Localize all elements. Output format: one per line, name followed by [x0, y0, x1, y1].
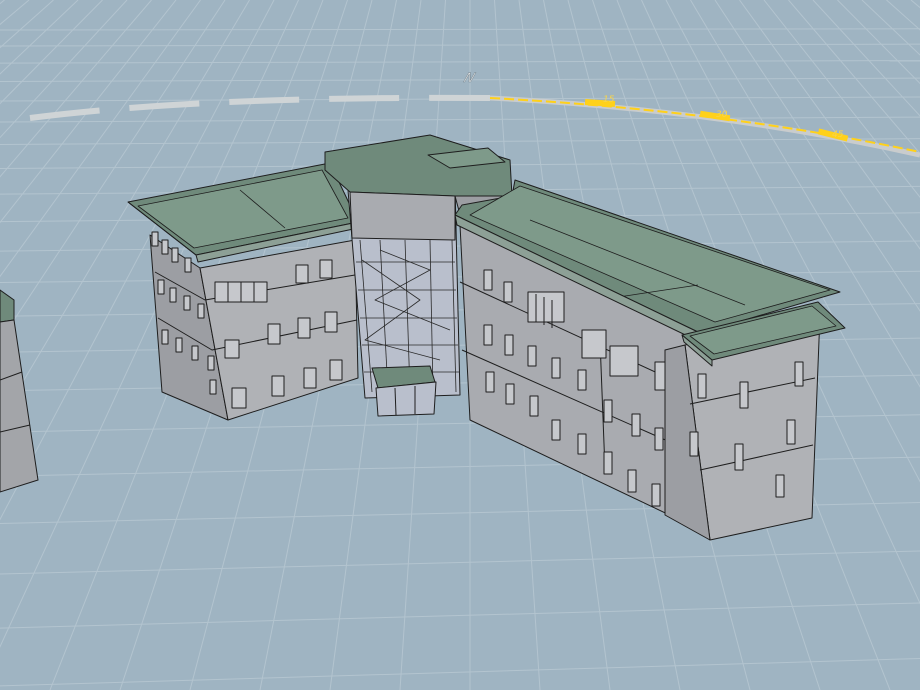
3d-viewport[interactable]: 15 30 45 N: [0, 0, 920, 690]
grid-line: [812, 0, 920, 117]
grid-line: [0, 602, 920, 629]
grid-line: [837, 0, 920, 85]
grid-line: [0, 138, 920, 145]
scene-canvas[interactable]: 15 30 45 N: [0, 0, 920, 690]
compass-tick-label-45: 45: [832, 130, 844, 140]
building-model[interactable]: [127, 134, 846, 541]
compass-north-label: N: [462, 71, 477, 86]
grid-line: [861, 0, 920, 56]
grid-line: [0, 43, 920, 47]
grid-line: [0, 0, 128, 139]
grid-line: [886, 0, 920, 31]
left-wing[interactable]: [127, 162, 359, 421]
compass-tick-label-15: 15: [603, 95, 615, 105]
grid-line: [0, 240, 920, 252]
grid-line: [0, 550, 920, 575]
end-pavilion[interactable]: [664, 301, 846, 541]
grid-line: [0, 77, 920, 82]
grid-line: [0, 116, 920, 123]
grid-line: [0, 28, 920, 31]
compass-tick-label-30: 30: [716, 110, 728, 120]
grid-line: [0, 657, 920, 687]
compass-ring[interactable]: 15 30 45 N: [29, 71, 920, 158]
grid-line: [0, 60, 920, 64]
compass-ring-arc-right: [489, 95, 920, 158]
grid-line: [0, 0, 152, 178]
neighbor-building[interactable]: [0, 289, 39, 493]
